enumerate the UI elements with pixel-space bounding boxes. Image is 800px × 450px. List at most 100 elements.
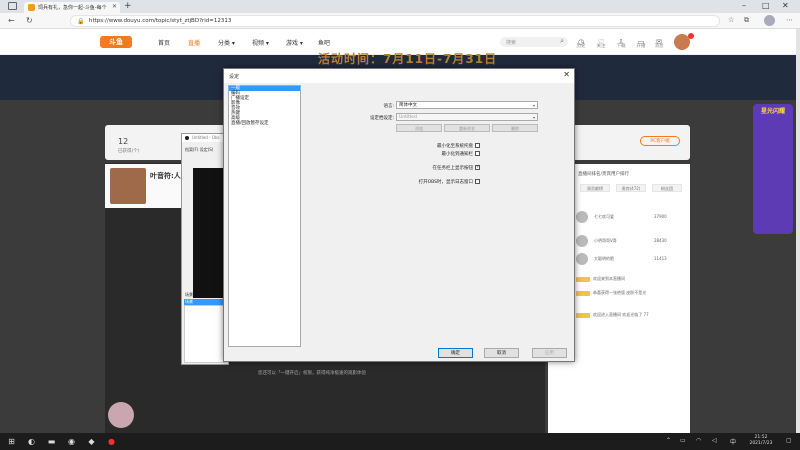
taskbar-button-checkbox[interactable]: ✓	[475, 165, 480, 170]
category-replay-buffer[interactable]: 直播/回放暂存设定	[229, 121, 300, 126]
rank-value: 28430	[654, 238, 667, 243]
tab-vip[interactable]: 贵宾(472)	[616, 184, 646, 192]
delete-profile-button[interactable]: 删除	[492, 124, 538, 132]
nav-home[interactable]: 首页	[158, 38, 170, 47]
league-icon[interactable]: ◆	[86, 436, 97, 447]
address-bar-row: ← ↻ 🔒 https://www.douyu.com/topic/styt_z…	[0, 13, 800, 29]
taskbar-button-label: 在任务栏上显示按钮	[432, 166, 474, 171]
edge-icon[interactable]: ◐	[26, 436, 37, 447]
streamer-avatar[interactable]	[110, 168, 146, 204]
minimize-to-notify-row[interactable]: 最小化到通知栏	[374, 151, 480, 157]
tray-expand-icon[interactable]: ⌃	[666, 437, 671, 444]
start-icon[interactable]: ⊞	[6, 436, 17, 447]
window-close-icon[interactable]: ✕	[782, 1, 789, 10]
avatar	[576, 253, 588, 265]
collections-icon[interactable]: ⧉	[744, 16, 749, 25]
tab-contribution[interactable]: 周贡献榜	[580, 184, 610, 192]
follow-label: 关注	[596, 44, 606, 49]
chat-message: 恭喜获得一张绝版 皮肤不是光	[576, 290, 646, 296]
notification-badge	[688, 33, 694, 39]
page-scrollbar[interactable]	[796, 29, 800, 433]
message-label: 消息	[654, 44, 664, 49]
bottom-hint: 您还可以「一键开启」权限，获得纯净极速的观影体验	[258, 371, 366, 376]
search-icon[interactable]: ⌕	[560, 37, 564, 46]
dialog-close-icon[interactable]: ✕	[563, 70, 570, 79]
site-favicon-icon	[28, 4, 35, 11]
rank-row[interactable]: 大聪明的肥 11413	[576, 252, 686, 266]
streamer-name[interactable]: 叶音符:人	[150, 171, 181, 181]
banner-text: 活动时间：7月11日-7月31日	[318, 52, 498, 66]
windows-taskbar: ⊞ ◐ ▬ ◉ ◆ ● ⌃ ▭ ◠ ◁ 中 21:52 2021/7/23 ▢	[0, 433, 800, 450]
profile-value: Untitled	[399, 115, 417, 120]
minimize-to-tray-row[interactable]: 最小化至系统托盘	[374, 143, 480, 149]
chat-text: 恭喜获得一张绝版 皮肤不是光	[593, 290, 647, 295]
site-search-input[interactable]: 搜索 ⌕	[500, 37, 568, 47]
follow-count-label: 已获得(个)	[118, 149, 140, 154]
right-promo[interactable]: 星光闪耀	[753, 104, 793, 234]
minimize-to-tray-checkbox[interactable]	[475, 143, 480, 148]
profile-avatar[interactable]	[764, 15, 775, 26]
refresh-icon[interactable]: ↻	[26, 16, 33, 25]
network-icon[interactable]: ▭	[680, 437, 686, 444]
wifi-icon[interactable]: ◠	[696, 437, 701, 444]
level-badge	[576, 312, 590, 318]
obs-menu[interactable]: 档案(F) 设定(S)	[185, 147, 213, 153]
nav-game[interactable]: 游戏 ▾	[286, 38, 303, 47]
nav-live[interactable]: 直播	[188, 38, 200, 47]
language-select[interactable]: 简体中文 ▾	[396, 101, 538, 109]
nav-yuba[interactable]: 鱼吧	[318, 38, 330, 47]
rename-profile-button[interactable]: 重新命名	[444, 124, 490, 132]
browser-tab-title: 饲兵有礼，急你一起-斗鱼-每个	[38, 5, 107, 11]
ok-button[interactable]: 确定	[438, 348, 473, 358]
ime-icon[interactable]: 中	[730, 437, 736, 446]
back-icon[interactable]: ←	[8, 16, 15, 25]
floating-avatar[interactable]	[108, 402, 134, 428]
add-profile-button[interactable]: 添加	[396, 124, 442, 132]
obs-scene-list[interactable]	[184, 305, 226, 363]
obs-window: Untitled - Obs 档案(F) 设定(S) 场景 场景	[181, 133, 229, 365]
rank-row[interactable]: 小明哥哥V哥 28430	[576, 234, 686, 248]
profile-select[interactable]: Untitled ▾	[396, 113, 538, 121]
level-badge	[576, 290, 590, 296]
browser-tab[interactable]: 饲兵有礼，急你一起-斗鱼-每个 ✕	[24, 2, 120, 13]
download-label: 下载	[616, 44, 626, 49]
taskbar-clock[interactable]: 21:52 2021/7/23	[746, 435, 776, 447]
browser-tab-bar: 饲兵有礼，急你一起-斗鱼-每个 ✕ + – □ ✕	[0, 0, 800, 13]
notification-icon[interactable]: ▢	[786, 437, 792, 444]
tab-close-icon[interactable]: ✕	[112, 3, 117, 10]
file-explorer-icon[interactable]: ▬	[46, 436, 57, 447]
rank-value: 37900	[654, 214, 667, 219]
app-icon[interactable]: ●	[106, 436, 117, 447]
chat-message: 欢迎来到本直播间	[576, 276, 625, 282]
apply-button[interactable]: 应用	[532, 348, 567, 358]
minimize-to-notify-label: 最小化到通知栏	[441, 152, 474, 157]
rank-name: 小明哥哥V哥	[594, 238, 617, 243]
show-log-checkbox[interactable]	[475, 179, 480, 184]
new-tab-icon[interactable]: +	[124, 1, 132, 11]
clock-date: 2021/7/23	[749, 441, 773, 446]
rank-row[interactable]: 七七欢可爱 37900	[576, 210, 686, 224]
nav-category[interactable]: 分类 ▾	[218, 38, 235, 47]
chat-text: 欢迎进入直播间 欢迎光临了 77	[593, 312, 649, 317]
obs-logo-icon	[185, 136, 189, 140]
show-log-row[interactable]: 打开OBS时，显示日志窗口	[374, 179, 480, 185]
site-logo[interactable]: 斗鱼	[100, 36, 132, 48]
nav-video[interactable]: 视频 ▾	[252, 38, 269, 47]
volume-icon[interactable]: ◁	[712, 437, 717, 444]
obs-icon[interactable]: ◉	[66, 436, 77, 447]
maximize-icon[interactable]: □	[762, 1, 770, 10]
more-icon[interactable]: ⋯	[786, 16, 793, 24]
minimize-icon[interactable]: –	[742, 1, 746, 10]
settings-category-list[interactable]: 一般 编码 广播设定 影像 音效 热键 高级 直播/回放暂存设定	[228, 85, 301, 347]
follow-count: 12	[118, 137, 129, 146]
taskbar-button-row[interactable]: 在任务栏上显示按钮 ✓	[374, 165, 481, 172]
url-field[interactable]: 🔒 https://www.douyu.com/topic/styt_ztjBD…	[70, 15, 720, 27]
tab-actions-icon[interactable]	[8, 2, 17, 10]
tab-fans[interactable]: 粉丝团	[652, 184, 682, 192]
rank-value: 11413	[654, 256, 667, 261]
minimize-to-notify-checkbox[interactable]	[475, 151, 480, 156]
pc-client-button[interactable]: PC客户端	[640, 136, 680, 146]
cancel-button[interactable]: 取消	[484, 348, 519, 358]
avatar	[576, 235, 588, 247]
favorites-icon[interactable]: ☆	[728, 16, 734, 24]
